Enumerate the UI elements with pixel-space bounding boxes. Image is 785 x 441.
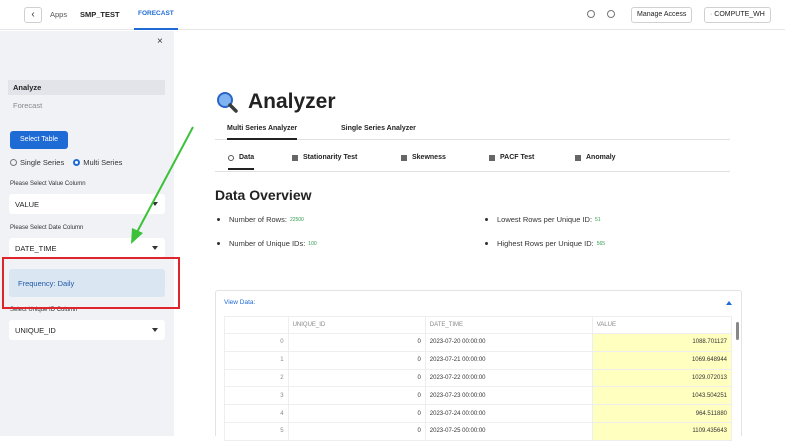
view-data-expander: View Data: UNIQUE_ID DATE_TIME VALUE 0 0… bbox=[215, 290, 742, 441]
chevron-up-icon[interactable] bbox=[726, 301, 732, 305]
cell-date-time[interactable]: 2023-07-24 00:00:00 bbox=[424, 404, 593, 423]
cell-value[interactable]: 964.511880 bbox=[591, 404, 733, 423]
analyzer-tabs: Multi Series Analyzer Single Series Anal… bbox=[215, 120, 730, 140]
tab-multi-series[interactable]: Multi Series Analyzer bbox=[227, 125, 298, 140]
bullet-icon bbox=[485, 242, 488, 245]
bullet-icon bbox=[217, 218, 220, 221]
cell-unique-id[interactable]: 0 bbox=[287, 421, 426, 441]
stat-lowest-value: 51 bbox=[595, 216, 601, 223]
cell-value[interactable]: 1069.648944 bbox=[591, 350, 733, 370]
section-title: Data Overview bbox=[215, 187, 312, 203]
table-header-index[interactable] bbox=[224, 316, 289, 334]
tab-pacf-label: PACF Test bbox=[500, 154, 535, 161]
cell-value[interactable]: 1029.072013 bbox=[591, 368, 733, 388]
stat-lowest-label: Lowest Rows per Unique ID: bbox=[497, 215, 593, 224]
stat-rows: Number of Rows: 22500 bbox=[217, 215, 304, 224]
cell-unique-id[interactable]: 0 bbox=[287, 368, 426, 388]
cell-unique-id[interactable]: 0 bbox=[287, 350, 426, 370]
tab-skewness[interactable]: Skewness bbox=[401, 154, 446, 161]
bullet-icon bbox=[485, 218, 488, 221]
stat-uids: Number of Unique IDs: 100 bbox=[217, 239, 317, 248]
table-row: 2 0 2023-07-22 00:00:00 1029.072013 bbox=[224, 368, 733, 388]
analysis-subtabs: Data Stationarity Test Skewness PACF Tes… bbox=[215, 148, 730, 172]
tab-anomaly[interactable]: Anomaly bbox=[575, 154, 616, 161]
table-header-unique-id[interactable]: UNIQUE_ID bbox=[287, 316, 426, 334]
cell-unique-id[interactable]: 0 bbox=[287, 333, 426, 352]
tab-skewness-label: Skewness bbox=[412, 154, 446, 161]
page-title: Analyzer bbox=[216, 90, 336, 114]
cell-date-time[interactable]: 2023-07-20 00:00:00 bbox=[424, 333, 593, 352]
chart-icon bbox=[489, 154, 495, 161]
gear-icon bbox=[228, 154, 234, 161]
data-table: UNIQUE_ID DATE_TIME VALUE 0 0 2023-07-20… bbox=[224, 316, 733, 441]
cell-index: 0 bbox=[224, 333, 289, 352]
tab-stationarity[interactable]: Stationarity Test bbox=[292, 154, 357, 161]
table-row: 5 0 2023-07-25 00:00:00 1109.435643 bbox=[224, 421, 733, 441]
table-header-value[interactable]: VALUE bbox=[591, 316, 733, 334]
cell-index: 5 bbox=[224, 421, 289, 441]
scrollbar-thumb[interactable] bbox=[736, 322, 739, 340]
stat-rows-value: 22500 bbox=[289, 216, 304, 223]
cell-index: 3 bbox=[224, 386, 289, 406]
cell-value[interactable]: 1088.701127 bbox=[591, 333, 733, 352]
stat-highest-value: 565 bbox=[596, 240, 606, 247]
table-scrollbar[interactable] bbox=[734, 316, 741, 436]
chart-icon bbox=[575, 154, 581, 161]
stat-rows-label: Number of Rows: bbox=[229, 215, 287, 224]
cell-unique-id[interactable]: 0 bbox=[287, 386, 426, 406]
cell-date-time[interactable]: 2023-07-23 00:00:00 bbox=[424, 386, 593, 406]
cell-unique-id[interactable]: 0 bbox=[287, 404, 426, 423]
view-data-label[interactable]: View Data: bbox=[224, 299, 255, 306]
tab-data[interactable]: Data bbox=[228, 154, 255, 170]
chart-icon bbox=[401, 154, 407, 161]
cell-index: 2 bbox=[224, 368, 289, 388]
table-header-row: UNIQUE_ID DATE_TIME VALUE bbox=[224, 316, 733, 334]
cell-index: 4 bbox=[224, 404, 289, 423]
cell-date-time[interactable]: 2023-07-22 00:00:00 bbox=[424, 368, 593, 388]
cell-value[interactable]: 1043.504251 bbox=[591, 386, 733, 406]
stat-lowest: Lowest Rows per Unique ID: 51 bbox=[485, 215, 601, 224]
table-header-date-time[interactable]: DATE_TIME bbox=[424, 316, 593, 334]
stat-uids-label: Number of Unique IDs: bbox=[229, 239, 306, 248]
stat-highest: Highest Rows per Unique ID: 565 bbox=[485, 239, 605, 248]
tab-single-series[interactable]: Single Series Analyzer bbox=[341, 125, 416, 132]
tab-pacf[interactable]: PACF Test bbox=[489, 154, 534, 161]
bullet-icon bbox=[217, 242, 220, 245]
tab-anomaly-label: Anomaly bbox=[586, 154, 616, 161]
table-row: 0 0 2023-07-20 00:00:00 1088.701127 bbox=[224, 333, 733, 352]
cell-value[interactable]: 1109.435643 bbox=[591, 421, 733, 441]
cell-date-time[interactable]: 2023-07-25 00:00:00 bbox=[424, 421, 593, 441]
cell-index: 1 bbox=[224, 350, 289, 370]
page-title-text: Analyzer bbox=[248, 90, 336, 113]
table-row: 3 0 2023-07-23 00:00:00 1043.504251 bbox=[224, 386, 733, 406]
magnifier-icon bbox=[217, 92, 238, 113]
table-row: 1 0 2023-07-21 00:00:00 1069.648944 bbox=[224, 350, 733, 370]
table-row: 4 0 2023-07-24 00:00:00 964.511880 bbox=[224, 404, 733, 423]
tab-stationarity-label: Stationarity Test bbox=[303, 154, 358, 161]
tab-data-label: Data bbox=[239, 154, 255, 161]
chart-icon bbox=[292, 154, 298, 161]
cell-date-time[interactable]: 2023-07-21 00:00:00 bbox=[424, 350, 593, 370]
stat-highest-label: Highest Rows per Unique ID: bbox=[497, 239, 594, 248]
stat-uids-value: 100 bbox=[308, 240, 317, 247]
